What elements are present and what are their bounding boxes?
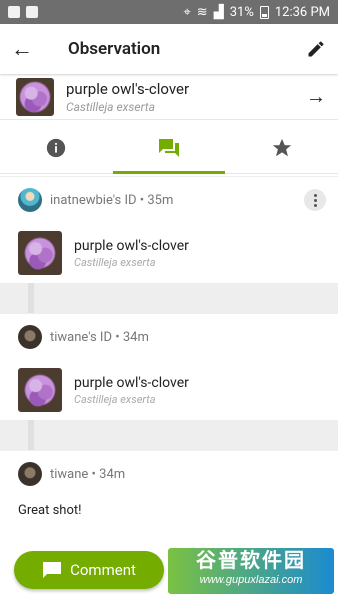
location-icon: ⌖ <box>183 4 191 20</box>
bottom-bar: Comment 谷普软件园 www.gupuxlazai.com <box>0 534 338 600</box>
comment-button-label: Comment <box>70 561 136 579</box>
kebab-menu-icon <box>313 193 317 208</box>
taxon-common-name: purple owl's-clover <box>74 374 189 391</box>
file-notification-icon <box>26 6 38 18</box>
comment-user: tiwane • 34m <box>50 466 126 482</box>
comment-text: Great shot! <box>18 503 82 518</box>
comment-button[interactable]: Comment <box>14 551 164 589</box>
comment-card: tiwane • 34m Great shot! <box>0 450 338 534</box>
tab-activity[interactable] <box>112 122 226 174</box>
identification-card: tiwane's ID • 34m purple owl's-clover Ca… <box>0 313 338 420</box>
identification-card: inatnewbie's ID • 35m purple owl's-clove… <box>0 176 338 283</box>
battery-percent: 31% <box>229 4 254 20</box>
tab-bar <box>0 122 338 174</box>
back-button[interactable]: ← <box>0 24 44 74</box>
page-title: Observation <box>68 39 161 59</box>
wifi-icon: ≋ <box>196 4 208 20</box>
tab-info[interactable] <box>0 122 113 173</box>
tab-favorites[interactable] <box>225 122 338 173</box>
forward-arrow-icon[interactable]: → <box>294 84 338 109</box>
feed-divider <box>0 420 338 450</box>
back-arrow-icon: ← <box>11 37 33 62</box>
app-bar: ← Observation <box>0 24 338 74</box>
taxon-thumbnail <box>18 231 62 275</box>
identification-user: tiwane's ID • 34m <box>50 329 149 345</box>
observation-thumbnail <box>16 77 54 116</box>
avatar[interactable] <box>18 462 42 486</box>
taxon-common-name: purple owl's-clover <box>74 237 189 254</box>
taxon-common-name: purple owl's-clover <box>66 79 190 98</box>
status-bar: ⌖ ≋ ▟ 31% 12:36 PM <box>0 0 338 24</box>
feed-divider <box>0 283 338 313</box>
taxon-scientific-name: Castilleja exserta <box>74 392 156 406</box>
info-icon <box>47 138 66 157</box>
identification-user: inatnewbie's ID • 35m <box>50 192 174 208</box>
avatar[interactable] <box>18 188 42 212</box>
edit-button[interactable] <box>294 24 338 74</box>
taxon-scientific-name: Castilleja exserta <box>74 255 156 269</box>
comments-icon <box>159 138 179 157</box>
clock: 12:36 PM <box>274 4 330 20</box>
gallery-notification-icon <box>8 6 20 18</box>
observation-taxon-header[interactable]: purple owl's-clover Castilleja exserta → <box>0 74 338 120</box>
watermark: 谷普软件园 www.gupuxlazai.com <box>168 548 334 594</box>
avatar[interactable] <box>18 325 42 349</box>
signal-icon: ▟ <box>213 4 224 20</box>
identification-taxon[interactable]: purple owl's-clover Castilleja exserta <box>0 223 338 283</box>
edit-pencil-icon <box>308 41 324 57</box>
watermark-title: 谷普软件园 <box>196 550 306 572</box>
kebab-menu-button[interactable] <box>304 189 326 211</box>
identification-taxon[interactable]: purple owl's-clover Castilleja exserta <box>0 360 338 420</box>
battery-icon <box>259 5 269 19</box>
taxon-scientific-name: Castilleja exserta <box>66 99 155 114</box>
watermark-url: www.gupuxlazai.com <box>199 574 303 586</box>
taxon-thumbnail <box>18 368 62 412</box>
star-icon <box>272 138 291 156</box>
activity-feed[interactable]: inatnewbie's ID • 35m purple owl's-clove… <box>0 176 338 534</box>
chat-bubble-icon <box>43 562 62 578</box>
